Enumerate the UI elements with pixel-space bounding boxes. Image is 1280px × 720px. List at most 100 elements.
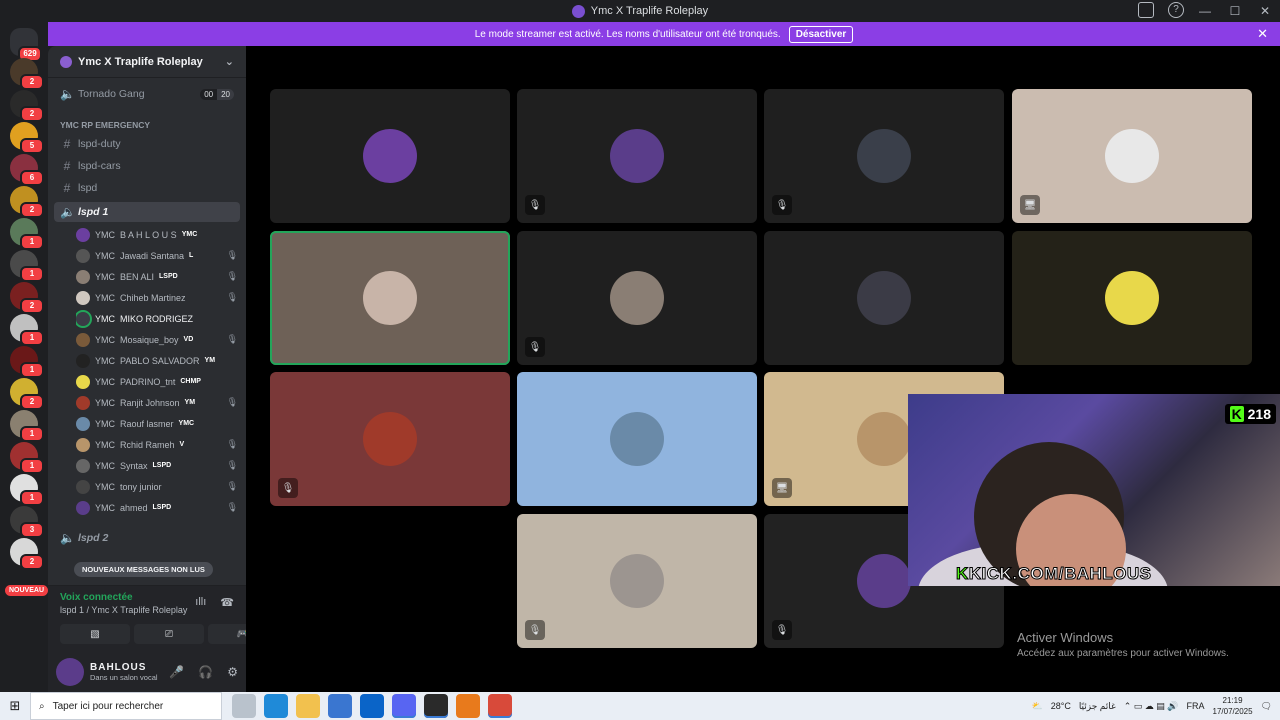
participant-tile[interactable]: 🎙 (517, 89, 757, 223)
voice-member[interactable]: YMC Rchid Rameh V 🎙 (76, 435, 238, 454)
category-emergency[interactable]: YMC RP EMERGENCY (60, 120, 150, 130)
server-icon[interactable]: 1 (10, 410, 44, 442)
chrome-icon[interactable] (488, 694, 512, 718)
voice-member[interactable]: YMC tony junior 🎙 (76, 477, 238, 496)
voice-member[interactable]: YMC Ranjit Johnson YM 🎙 (76, 393, 238, 412)
server-icon[interactable]: 1 (10, 442, 44, 474)
server-icon[interactable]: 2 (10, 186, 44, 218)
hash-icon: # (63, 181, 71, 195)
server-icon[interactable]: 2 (10, 58, 44, 90)
muted-icon: 🎙 (226, 460, 238, 470)
channel-lspd-cars[interactable]: # lspd-cars (54, 156, 240, 176)
headphones-icon[interactable]: 🎧 (198, 665, 213, 679)
participant-tile[interactable]: 🖥 (1012, 89, 1252, 223)
inbox-icon[interactable] (1138, 2, 1154, 18)
notifications-icon[interactable]: 🗨 (1261, 701, 1272, 712)
home-button[interactable]: 629 (10, 28, 42, 62)
avatar[interactable] (56, 657, 84, 686)
participant-tile[interactable]: 🎙 (270, 372, 510, 506)
server-icon[interactable]: 1 (10, 314, 44, 346)
user-status: Dans un salon vocal (90, 672, 158, 682)
obs-icon[interactable] (424, 694, 448, 718)
outlook-icon[interactable] (360, 694, 384, 718)
window-titlebar: Ymc X Traplife Roleplay ? — ☐ ✕ (0, 0, 1280, 22)
task-view-icon[interactable] (232, 694, 256, 718)
speaker-icon: 🔈 (60, 531, 75, 545)
server-icon[interactable]: 5 (10, 122, 44, 154)
new-messages-pill[interactable]: NOUVEAUX MESSAGES NON LUS (74, 562, 213, 577)
server-header[interactable]: Ymc X Traplife Roleplay ⌄ (48, 46, 246, 78)
participant-tile[interactable] (517, 372, 757, 506)
voice-member[interactable]: YMC PABLO SALVADOR YM (76, 351, 238, 370)
clock[interactable]: 21:19 17/07/2025 (1213, 695, 1253, 717)
channel-tornado-gang[interactable]: 🔈 Tornado Gang 00 20 (54, 84, 240, 104)
muted-icon: 🎙 (226, 502, 238, 512)
server-icon[interactable]: 2 (10, 90, 44, 122)
server-icon[interactable]: 1 (10, 218, 44, 250)
voice-member[interactable]: YMC PADRINO_tnt CHMP (76, 372, 238, 391)
viewer-count: K 218 (1224, 404, 1276, 424)
participant-tile[interactable]: 🎙 (764, 89, 1004, 223)
participant-avatar (857, 271, 911, 325)
new-servers-badge[interactable]: NOUVEAU (5, 585, 49, 596)
noise-suppression-icon[interactable]: ıllı (195, 596, 206, 609)
server-icon[interactable]: 3 (10, 506, 44, 538)
channel-lspd-duty[interactable]: # lspd-duty (54, 134, 240, 154)
language-indicator[interactable]: FRA (1187, 701, 1205, 711)
weather-icon[interactable]: ⛅ (1031, 701, 1042, 712)
participant-tile[interactable] (1012, 231, 1252, 365)
voice-member[interactable]: YMC Chiheb Martinez 🎙 (76, 288, 238, 307)
file-explorer-icon[interactable] (296, 694, 320, 718)
camera-off-button[interactable]: ▧ (60, 624, 130, 644)
channel-lspd-2[interactable]: 🔈 lspd 2 (54, 528, 240, 548)
voice-member[interactable]: YMC Jawadi Santana L 🎙 (76, 246, 238, 265)
participant-tile[interactable] (764, 231, 1004, 365)
taskbar-search[interactable]: ⌕ Taper ici pour rechercher (30, 692, 222, 720)
server-icon[interactable]: 6 (10, 154, 44, 186)
muted-status-icon: 🖥 (772, 478, 792, 498)
user-panel: BAHLOUS Dans un salon vocal 🎤 🎧 ⚙ (48, 651, 246, 692)
server-icon[interactable]: 1 (10, 346, 44, 378)
settings-gear-icon[interactable]: ⚙ (227, 665, 238, 679)
server-name: Ymc X Traplife Roleplay (78, 55, 203, 68)
participant-tile[interactable]: 🎙 (517, 514, 757, 648)
channel-lspd-1[interactable]: 🔈 lspd 1 (54, 202, 240, 222)
close-window-button[interactable]: ✕ (1250, 0, 1280, 22)
server-icon[interactable]: 2 (10, 282, 44, 314)
discord-taskbar-icon[interactable] (392, 694, 416, 718)
participant-tile[interactable]: 🎙 (517, 231, 757, 365)
maximize-button[interactable]: ☐ (1220, 0, 1250, 22)
voice-member[interactable]: YMC Mosaique_boy VD 🎙 (76, 330, 238, 349)
disconnect-icon[interactable]: ☎ (220, 596, 234, 609)
server-icon[interactable]: 1 (10, 474, 44, 506)
close-banner-icon[interactable]: ✕ (1257, 26, 1268, 42)
voice-member[interactable]: YMC B A H L O U S YMC (76, 225, 238, 244)
screen-share-button[interactable]: ⎚ (134, 624, 204, 644)
participant-tile[interactable] (270, 89, 510, 223)
edge-icon[interactable] (264, 694, 288, 718)
store-icon[interactable] (328, 694, 352, 718)
voice-channel-link[interactable]: lspd 1 / Ymc X Traplife Roleplay (60, 605, 187, 615)
voice-member[interactable]: YMC Syntax LSPD 🎙 (76, 456, 238, 475)
disable-streamer-mode-button[interactable]: Désactiver (788, 25, 854, 43)
hash-icon: # (63, 159, 71, 173)
weather-temp[interactable]: 28°C (1051, 701, 1071, 711)
channel-lspd[interactable]: # lspd (54, 178, 240, 198)
help-icon[interactable]: ? (1168, 2, 1184, 18)
tray-icons[interactable]: ⌃ ▭ ☁ ▤ 🔊 (1124, 701, 1179, 712)
server-icon[interactable]: 2 (10, 378, 44, 410)
voice-member[interactable]: YMC ahmed LSPD 🎙 (76, 498, 238, 517)
minimize-button[interactable]: — (1190, 0, 1220, 22)
voice-stage: 🎙 🎙 🖥 🎙 🎙 🖥 🎙 🎙 (246, 46, 1280, 692)
microphone-icon[interactable]: 🎤 (169, 665, 184, 679)
server-icon[interactable]: 2 (10, 538, 44, 570)
windows-start-icon[interactable]: ⊞ (0, 698, 30, 714)
participant-tile[interactable] (270, 231, 510, 365)
app-icon[interactable] (456, 694, 480, 718)
voice-member[interactable]: YMC MIKO RODRIGEZ (76, 309, 238, 328)
voice-member[interactable]: YMC Raouf lasmer YMC (76, 414, 238, 433)
weather-text: غائم جزئيًا (1078, 700, 1116, 711)
server-icon[interactable]: 1 (10, 250, 44, 282)
voice-status: Voix connectée (60, 592, 133, 603)
voice-member[interactable]: YMC BEN ALI LSPD 🎙 (76, 267, 238, 286)
